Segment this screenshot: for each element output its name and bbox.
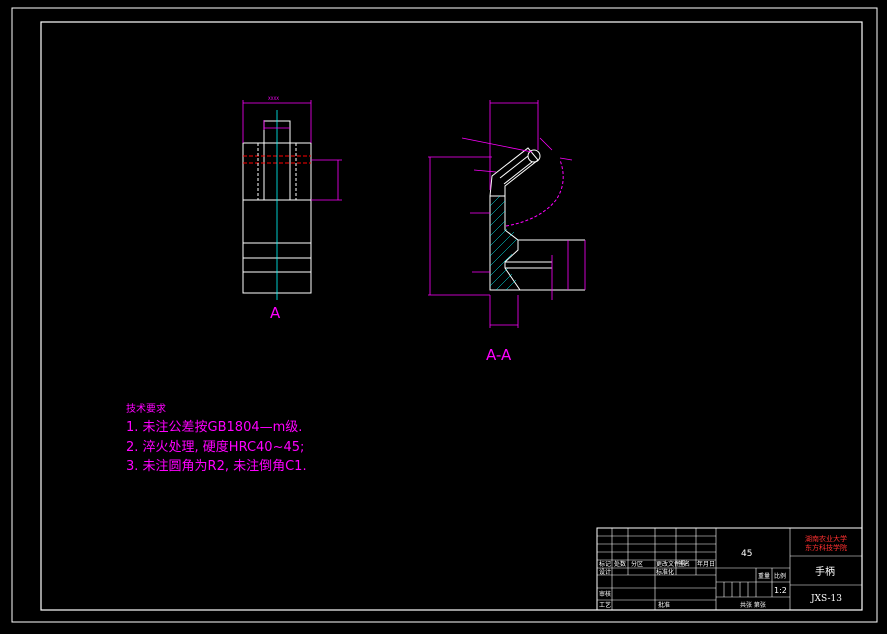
tech-req-item: 1. 未注公差按GB1804—m级.	[126, 420, 302, 435]
tb-standardize: 标准化	[656, 568, 674, 576]
outer-frame	[11, 7, 878, 623]
cad-drawing-canvas: A A-A 技术要求 1. 未注公差按GB1804—m级. 2. 淬火处理, 硬…	[11, 7, 878, 623]
dim-top-width: XXXX	[268, 96, 279, 101]
tb-material: 45	[741, 549, 752, 559]
view-a-label: A	[270, 304, 281, 322]
tb-weight-label: 重量	[758, 572, 770, 580]
title-block: 标记 处数 分区 更改文件号 签名 年月日 设计 标准化 审核 工艺 批准 共张…	[596, 527, 863, 611]
tb-drawing-number: JXS-13	[810, 594, 842, 604]
view-a	[242, 100, 342, 300]
tb-designer: 设计	[599, 568, 611, 576]
tech-req-item: 2. 淬火处理, 硬度HRC40~45;	[126, 439, 304, 455]
technical-requirements: 技术要求 1. 未注公差按GB1804—m级. 2. 淬火处理, 硬度HRC40…	[126, 402, 307, 474]
tb-school-line2: 东方科技学院	[805, 543, 847, 552]
dimension-values: XXXX	[268, 96, 279, 101]
tech-req-heading: 技术要求	[126, 402, 166, 415]
view-aa-label: A-A	[486, 346, 512, 364]
tb-zone: 分区	[631, 560, 643, 568]
tb-date: 年月日	[697, 560, 715, 568]
tb-signature: 签名	[678, 560, 690, 568]
section-aa-view	[428, 100, 586, 328]
tb-part-name: 手柄	[815, 565, 835, 578]
tech-req-item: 3. 未注圆角为R2, 未注倒角C1.	[126, 459, 307, 474]
tb-scale-label: 比例	[774, 572, 786, 580]
tb-count: 处数	[614, 560, 626, 568]
tb-sheets: 共张 第张	[740, 601, 766, 609]
tb-school-line1: 湖南农业大学	[805, 534, 847, 543]
tb-approve: 批准	[658, 601, 670, 609]
tb-scale-value: 1:2	[774, 586, 787, 595]
tb-mark: 标记	[599, 560, 611, 568]
tb-process: 工艺	[599, 601, 611, 609]
tb-check: 审核	[599, 590, 611, 598]
inner-frame	[40, 21, 863, 611]
